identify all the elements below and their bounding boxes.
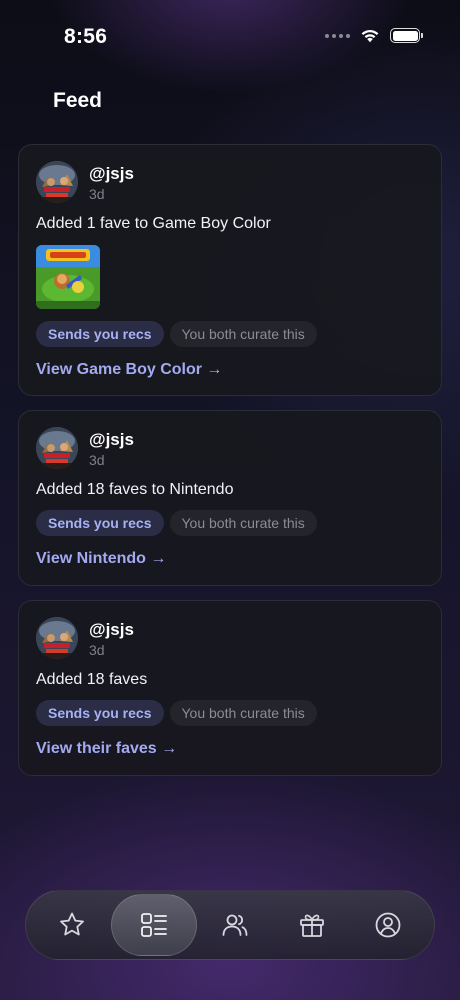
avatar[interactable] [36,617,78,659]
people-icon [222,914,248,936]
activity-text: Added 1 fave to Game Boy Color [36,215,271,232]
avatar[interactable] [36,161,78,203]
view-link[interactable]: View Game Boy Color → [36,361,222,379]
tag-both-curate: You both curate this [169,510,317,536]
feed-list-icon [140,913,167,937]
view-link[interactable]: View their faves → [36,740,177,758]
tab-people[interactable] [197,897,273,953]
username[interactable]: @jsjs [89,430,134,450]
timestamp: 3d [89,452,105,468]
tag-sends-recs: Sends you recs [36,321,164,347]
avatar[interactable] [36,427,78,469]
tab-profile[interactable] [350,897,426,953]
tag-sends-recs: Sends you recs [36,700,164,726]
avatar-image [36,617,78,659]
page-title: Feed [53,89,103,112]
tab-feed[interactable] [110,894,197,956]
tab-bar [25,890,435,960]
tag-both-curate: You both curate this [169,321,317,347]
battery-icon [390,28,423,43]
avatar-image [36,161,78,203]
username[interactable]: @jsjs [89,620,134,640]
tab-faves[interactable] [34,897,110,953]
signal-icon [325,33,350,38]
view-link[interactable]: View Nintendo → [36,550,166,568]
status-icons [325,28,423,43]
timestamp: 3d [89,642,105,658]
feed-card: @jsjs 3d Added 18 faves Sends you recs Y… [18,600,442,776]
star-icon [60,912,84,936]
activity-text: Added 18 faves [36,671,148,688]
tag-list: Sends you recs You both curate this [36,510,317,536]
tag-list: Sends you recs You both curate this [36,700,317,726]
gift-icon [299,914,324,937]
tag-sends-recs: Sends you recs [36,510,164,536]
feed-card: @jsjs 3d Added 1 fave to Game Boy Color … [18,144,442,396]
game-cover-art[interactable] [36,245,100,309]
tag-list: Sends you recs You both curate this [36,321,317,347]
status-time: 8:56 [64,25,108,48]
status-bar: 8:56 [0,0,460,70]
tab-gifts[interactable] [274,897,350,953]
profile-icon [375,912,401,938]
feed-card: @jsjs 3d Added 18 faves to Nintendo Send… [18,410,442,586]
wifi-icon [361,29,379,43]
tag-both-curate: You both curate this [169,700,317,726]
activity-text: Added 18 faves to Nintendo [36,481,234,498]
username[interactable]: @jsjs [89,164,134,184]
timestamp: 3d [89,186,105,202]
avatar-image [36,427,78,469]
